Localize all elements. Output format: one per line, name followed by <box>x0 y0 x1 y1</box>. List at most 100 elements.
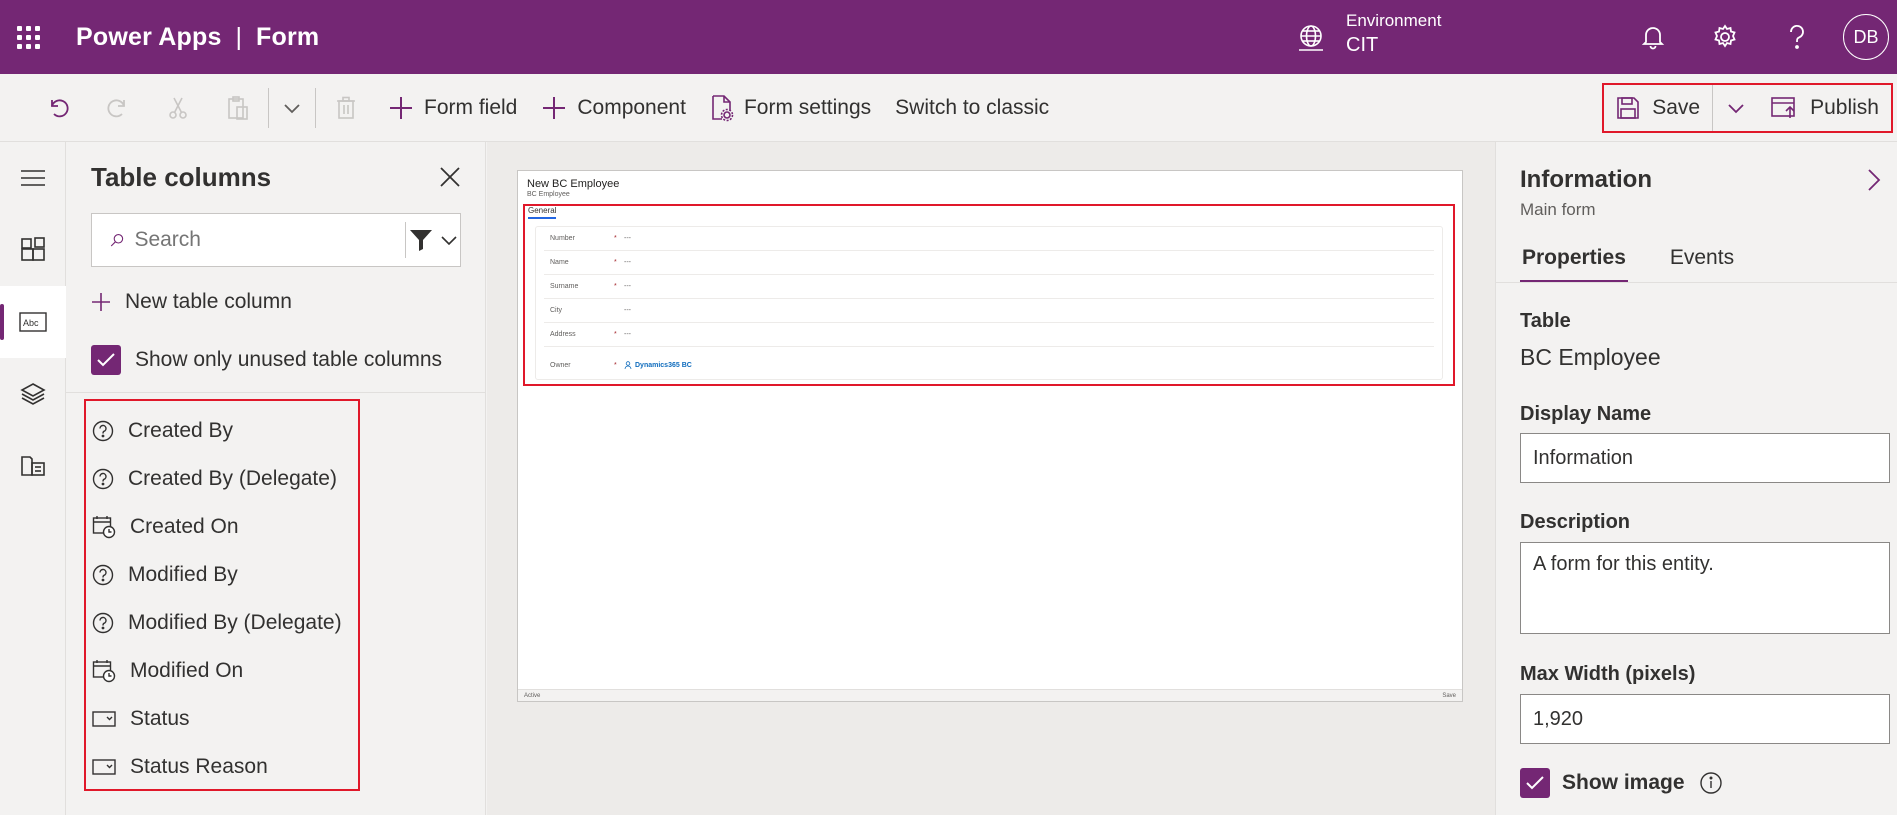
preview-section[interactable]: Number * --- Name * --- Surname * --- City --- Addr… <box>535 226 1443 380</box>
column-item[interactable]: Modified By (Delegate) <box>86 599 358 647</box>
preview-tab-general[interactable]: General <box>528 206 557 219</box>
publish-icon <box>1771 97 1795 118</box>
form-settings-label: Form settings <box>743 95 872 119</box>
chevron-down-icon <box>1727 104 1744 114</box>
column-item[interactable]: Created On <box>86 503 358 551</box>
required-marker: * <box>614 331 617 338</box>
save-label: Save <box>1652 96 1701 119</box>
checkmark-icon <box>91 345 121 375</box>
undo-icon <box>51 98 69 117</box>
switch-to-classic-label: Switch to classic <box>895 95 1050 119</box>
library-icon <box>21 456 45 476</box>
close-pane-button[interactable] <box>437 164 463 190</box>
avatar[interactable]: DB <box>1843 14 1889 60</box>
column-item[interactable]: Modified By <box>86 551 358 599</box>
option-set-icon <box>92 710 126 728</box>
lookup-icon <box>92 612 124 634</box>
save-options-dropdown[interactable] <box>1712 85 1758 131</box>
show-image-checkbox[interactable]: Show image <box>1520 768 1723 798</box>
switch-to-classic-button[interactable]: Switch to classic <box>883 74 1061 142</box>
help-button[interactable] <box>1761 0 1833 74</box>
search-icon <box>110 234 124 247</box>
column-item[interactable]: Status <box>86 695 358 743</box>
show-unused-checkbox[interactable]: Show only unused table columns <box>91 345 442 375</box>
preview-field-row[interactable]: Surname * --- <box>544 275 1434 299</box>
publish-label: Publish <box>1810 96 1879 119</box>
column-item[interactable]: Created By (Delegate) <box>86 455 358 503</box>
hamburger-icon <box>21 170 45 186</box>
collapse-properties-button[interactable] <box>1867 168 1881 197</box>
preview-field-row[interactable]: Owner * Dynamics365 BC <box>544 353 1434 377</box>
text-field-icon: Abc <box>19 312 47 332</box>
page-title: Form <box>256 22 320 51</box>
column-item[interactable]: Status Reason <box>86 743 358 791</box>
rail-form-libraries[interactable] <box>0 430 66 502</box>
checkmark-icon <box>1520 768 1550 798</box>
undo-button[interactable] <box>28 74 88 142</box>
rail-table-columns[interactable]: Abc <box>0 286 66 358</box>
save-button[interactable]: Save <box>1604 85 1712 131</box>
cut-button[interactable] <box>148 74 208 142</box>
component-label: Component <box>577 95 686 119</box>
filter-button[interactable] <box>405 222 460 258</box>
preview-subtitle: BC Employee <box>527 191 570 198</box>
hamburger-button[interactable] <box>0 142 66 214</box>
column-item[interactable]: Created By <box>86 407 358 455</box>
preview-footer-status: Active <box>524 692 541 699</box>
display-name-input[interactable]: Information <box>1520 433 1890 483</box>
show-image-label: Show image <box>1562 771 1685 794</box>
preview-field-label: Surname <box>550 283 579 290</box>
search-box <box>91 213 461 267</box>
preview-field-row[interactable]: City --- <box>544 299 1434 323</box>
max-width-input[interactable]: 1,920 <box>1520 694 1890 744</box>
rail-tree-view[interactable] <box>0 358 66 430</box>
globe-icon <box>1299 25 1323 51</box>
required-marker: * <box>614 259 617 266</box>
plus-icon <box>543 96 566 119</box>
search-input[interactable] <box>134 228 406 252</box>
person-icon <box>624 361 632 369</box>
column-item-label: Created On <box>130 515 239 538</box>
preview-field-row[interactable]: Name * --- <box>544 251 1434 275</box>
preview-field-row[interactable]: Number * --- <box>544 227 1434 251</box>
rail-components[interactable] <box>0 214 66 286</box>
tab-events[interactable]: Events <box>1668 246 1736 283</box>
component-button[interactable]: Component <box>529 74 698 142</box>
save-icon <box>1617 97 1640 119</box>
brand-separator: | <box>235 22 243 51</box>
filter-icon <box>410 230 433 251</box>
redo-button[interactable] <box>88 74 148 142</box>
delete-button[interactable] <box>316 74 376 142</box>
preview-field-label: Owner <box>550 361 571 369</box>
properties-subtitle: Main form <box>1520 200 1596 219</box>
app-name[interactable]: Power Apps <box>76 23 222 52</box>
publish-button[interactable]: Publish <box>1758 85 1891 131</box>
preview-field-row[interactable]: Address * --- <box>544 323 1434 347</box>
column-item[interactable]: Modified On <box>86 647 358 695</box>
description-textarea[interactable]: A form for this entity. <box>1520 542 1890 634</box>
column-item-label: Modified By (Delegate) <box>128 611 342 634</box>
info-icon[interactable] <box>1699 771 1723 795</box>
bell-icon <box>1641 27 1665 50</box>
form-preview[interactable]: New BC Employee BC Employee General Numb… <box>517 170 1463 702</box>
preview-field-value: --- <box>624 259 631 266</box>
app-launcher-button[interactable] <box>0 0 56 74</box>
properties-pane: Information Main form Properties Events … <box>1495 142 1897 815</box>
column-item-label: Modified By <box>128 563 238 586</box>
form-field-button[interactable]: Form field <box>376 74 529 142</box>
preview-tab-section[interactable]: General Number * --- Name * --- Surname * --- Cit… <box>523 204 1455 386</box>
new-table-column-button[interactable]: New table column <box>91 290 292 314</box>
form-settings-button[interactable]: Form settings <box>698 74 883 142</box>
question-icon <box>1790 24 1804 49</box>
pane-title: Table columns <box>91 162 272 192</box>
tab-properties[interactable]: Properties <box>1520 246 1628 283</box>
environment-selector[interactable]: Environment CIT <box>1296 10 1441 58</box>
more-dropdown-button[interactable] <box>269 74 315 142</box>
calendar-icon <box>92 515 126 539</box>
settings-button[interactable] <box>1689 0 1761 74</box>
new-table-column-label: New table column <box>125 290 292 313</box>
notifications-button[interactable] <box>1617 0 1689 74</box>
paste-button[interactable] <box>208 74 268 142</box>
layers-icon <box>20 383 46 405</box>
lookup-icon <box>92 564 124 586</box>
